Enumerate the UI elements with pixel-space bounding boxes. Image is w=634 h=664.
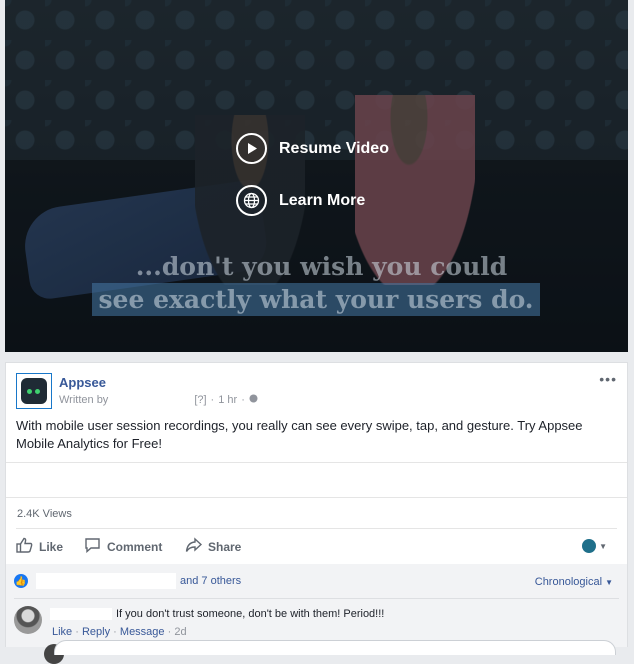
resume-video-button[interactable]: Resume Video <box>236 133 389 164</box>
post-meta: Written by [?] · 1 hr · <box>59 394 258 406</box>
comment-text: If you don't trust someone, don't be wit… <box>116 608 385 620</box>
share-icon <box>185 537 203 556</box>
page-name-link[interactable]: Appsee <box>59 375 106 390</box>
commenter-name-redacted <box>50 608 112 620</box>
view-count: 2.4K Views <box>17 508 72 520</box>
divider <box>6 497 627 498</box>
divider <box>6 462 627 463</box>
comment-icon <box>84 537 101 556</box>
reply-input[interactable] <box>54 640 616 655</box>
caption-line-1: ...don't you wish you could <box>135 252 508 281</box>
share-label: Share <box>208 539 242 554</box>
post-card: Appsee Written by [?] · 1 hr · ••• With … <box>5 362 628 664</box>
learn-more-button[interactable]: Learn More <box>236 185 365 216</box>
reactors-redacted <box>36 573 176 589</box>
appsee-logo-icon <box>21 378 47 404</box>
video-caption: ...don't you wish you could see exactly … <box>5 252 628 316</box>
like-label: Like <box>39 539 64 554</box>
like-reaction-icon: 👍 <box>14 574 28 588</box>
play-icon <box>236 133 267 164</box>
comment-like-link[interactable]: Like <box>52 626 72 638</box>
caption-line-2: see exactly what your users do. <box>92 283 540 316</box>
chevron-down-icon: ▼ <box>605 578 613 587</box>
divider <box>14 598 619 599</box>
video-player[interactable]: ...don't you wish you could see exactly … <box>5 0 628 352</box>
meta-question[interactable]: [?] <box>194 394 206 406</box>
comment-actions: Like · Reply · Message · 2d <box>52 626 187 638</box>
comment-time[interactable]: 2d <box>174 626 186 638</box>
written-by-label: Written by <box>59 394 109 406</box>
chevron-down-icon: ▼ <box>599 541 607 551</box>
divider <box>16 528 617 529</box>
profile-icon <box>582 539 597 553</box>
comment-button[interactable]: Comment <box>84 537 162 556</box>
page-avatar[interactable] <box>16 373 52 409</box>
post-time[interactable]: 1 hr <box>218 394 237 406</box>
post-text: With mobile user session recordings, you… <box>16 418 583 451</box>
comments-section: 👍 and 7 others Chronological ▼ If you do… <box>6 564 627 664</box>
more-options-button[interactable]: ••• <box>599 371 617 387</box>
sort-dropdown[interactable]: Chronological ▼ <box>535 576 613 588</box>
comment-label: Comment <box>107 539 163 554</box>
comment-reply-link[interactable]: Reply <box>82 626 110 638</box>
commenter-avatar[interactable] <box>14 606 42 634</box>
reactions-summary[interactable]: 👍 and 7 others <box>14 573 241 589</box>
globe-icon <box>236 185 267 216</box>
globe-small-icon <box>249 394 258 406</box>
sort-label: Chronological <box>534 576 603 588</box>
audience-selector[interactable]: ▼ <box>582 539 607 553</box>
share-button[interactable]: Share <box>185 537 241 556</box>
learn-more-label: Learn More <box>279 191 366 209</box>
comment-message-link[interactable]: Message <box>120 626 165 638</box>
others-count[interactable]: and 7 others <box>180 575 241 587</box>
action-bar: Like Comment Share ▼ <box>6 531 627 561</box>
like-button[interactable]: Like <box>16 537 63 556</box>
like-icon <box>16 537 33 556</box>
resume-video-label: Resume Video <box>279 139 389 157</box>
